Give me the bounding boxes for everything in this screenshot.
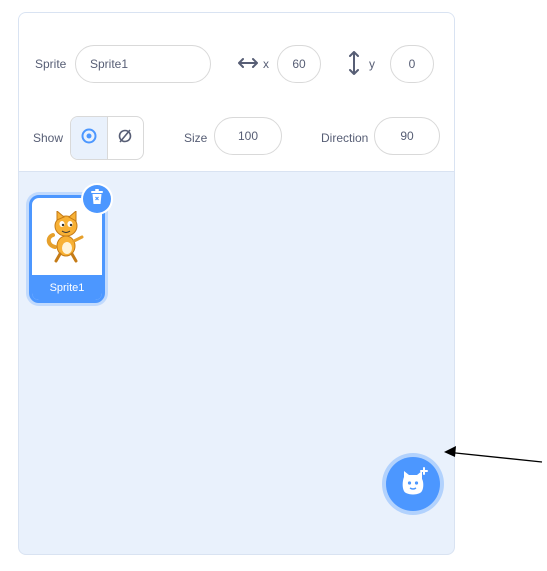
size-input[interactable]: 100 [214, 117, 282, 155]
horizontal-arrows-icon [237, 51, 259, 75]
vertical-arrows-icon [348, 49, 360, 77]
show-visible-button[interactable] [71, 117, 107, 159]
direction-value: 90 [400, 129, 414, 143]
x-value: 60 [292, 57, 306, 71]
eye-icon [81, 128, 97, 149]
show-hidden-button[interactable] [106, 117, 143, 159]
add-sprite-icon [398, 466, 428, 502]
hidden-icon [117, 128, 133, 149]
sprite-info-panel: Sprite Sprite1 x 60 y 0 Show Size 100 Di… [19, 13, 454, 172]
trash-icon [90, 188, 104, 210]
y-input[interactable]: 0 [390, 45, 434, 83]
sprite-pane: Sprite Sprite1 x 60 y 0 Show Size 100 Di… [18, 12, 455, 555]
sprite-name-input[interactable]: Sprite1 [75, 45, 211, 83]
y-label: y [369, 57, 375, 71]
size-label: Size [184, 131, 208, 145]
direction-label: Direction [321, 131, 369, 145]
sprite-label: Sprite [35, 57, 67, 71]
direction-input[interactable]: 90 [374, 117, 440, 155]
show-label: Show [33, 131, 64, 145]
x-label: x [263, 57, 269, 71]
show-toggle [70, 116, 144, 160]
sprite-name-value: Sprite1 [90, 57, 129, 71]
delete-sprite-button[interactable] [83, 185, 111, 213]
cat-sprite-icon [46, 211, 84, 263]
x-input[interactable]: 60 [277, 45, 321, 83]
choose-sprite-button[interactable] [386, 457, 440, 511]
y-value: 0 [408, 57, 416, 71]
size-value: 100 [237, 129, 259, 143]
sprite-tile-name: Sprite1 [32, 275, 102, 300]
